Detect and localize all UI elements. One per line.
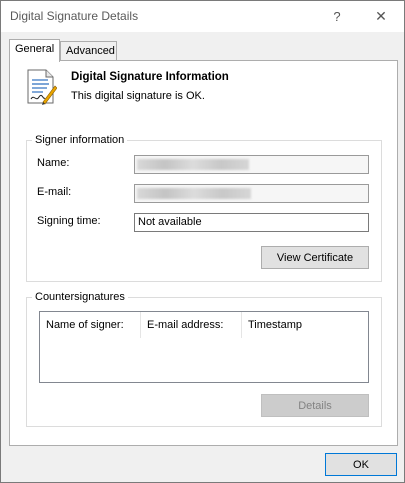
redacted-email bbox=[137, 188, 251, 199]
tab-general[interactable]: General bbox=[9, 39, 60, 62]
name-label: Name: bbox=[37, 157, 70, 169]
countersignatures-list[interactable]: Name of signer: E-mail address: Timestam… bbox=[39, 311, 369, 383]
signed-document-icon bbox=[27, 69, 57, 105]
email-field[interactable] bbox=[134, 184, 369, 203]
redacted-name bbox=[137, 159, 249, 170]
name-field[interactable] bbox=[134, 155, 369, 174]
tab-advanced[interactable]: Advanced bbox=[60, 41, 117, 62]
email-label: E-mail: bbox=[37, 186, 72, 198]
ok-button[interactable]: OK bbox=[325, 453, 397, 476]
signing-time-label: Signing time: bbox=[37, 215, 101, 227]
column-email-address[interactable]: E-mail address: bbox=[141, 312, 242, 338]
help-button[interactable]: ? bbox=[315, 1, 359, 32]
details-button[interactable]: Details bbox=[261, 394, 369, 417]
column-timestamp[interactable]: Timestamp bbox=[242, 312, 368, 338]
countersignatures-label: Countersignatures bbox=[32, 291, 128, 303]
title-bar[interactable]: Digital Signature Details ? ✕ bbox=[1, 1, 404, 32]
info-status: This digital signature is OK. bbox=[71, 90, 205, 102]
column-name-of-signer[interactable]: Name of signer: bbox=[40, 312, 141, 338]
window-title: Digital Signature Details bbox=[10, 9, 139, 23]
close-button[interactable]: ✕ bbox=[359, 1, 403, 32]
view-certificate-button[interactable]: View Certificate bbox=[261, 246, 369, 269]
info-title: Digital Signature Information bbox=[71, 71, 229, 83]
signing-time-field[interactable]: Not available bbox=[134, 213, 369, 232]
dialog-window: Digital Signature Details ? ✕ General Ad… bbox=[0, 0, 405, 483]
signer-information-label: Signer information bbox=[32, 134, 128, 146]
